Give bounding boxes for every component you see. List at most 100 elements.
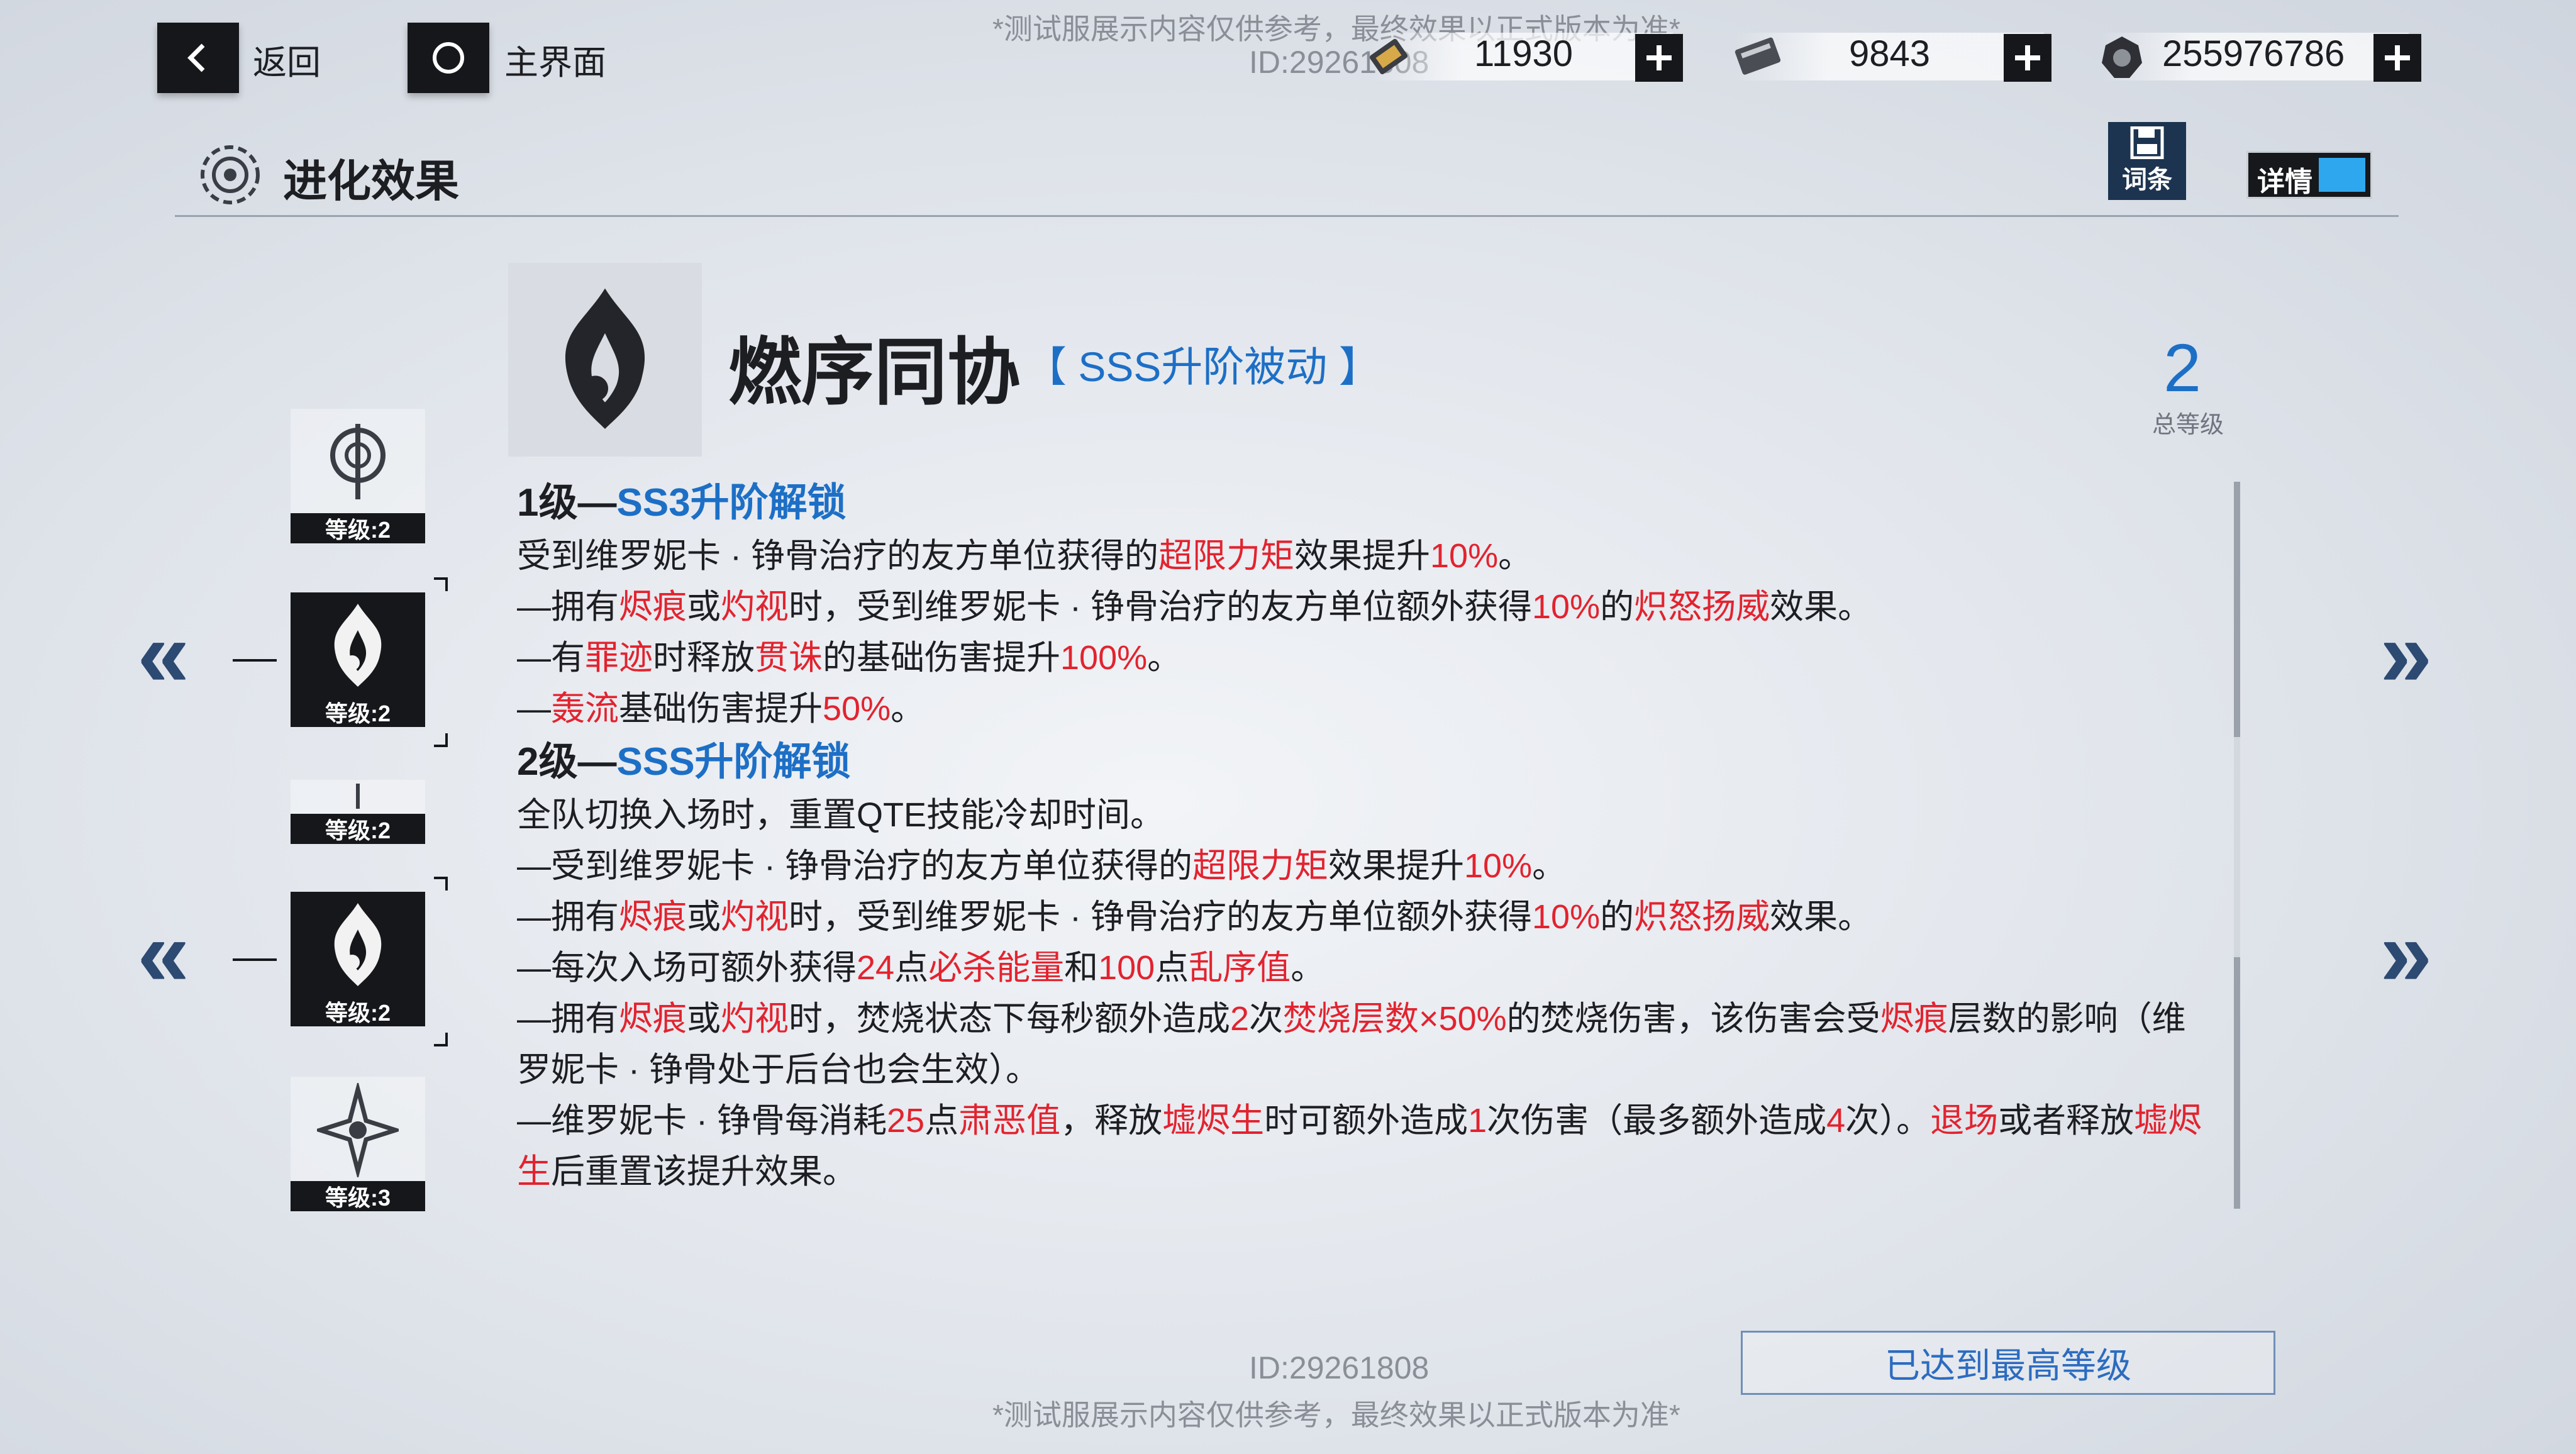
keyword-highlight: 轰流: [551, 690, 619, 728]
next-arrow-lower[interactable]: »: [2380, 906, 2432, 1000]
resource-value-2: 9843: [1849, 33, 1931, 74]
star-compass-icon: [317, 1083, 399, 1177]
total-level-value: 2: [2163, 330, 2202, 406]
effect-text: —有: [517, 639, 585, 677]
level-card-1-label: 等级:2: [291, 513, 425, 543]
effect-text: 次）。: [1845, 1102, 1931, 1140]
add-resource-3-button[interactable]: [2373, 34, 2421, 82]
effect-line: —拥有烬痕或灼视时，受到维罗妮卡 · 铮骨治疗的友方单位额外获得10%的炽怒扬威…: [517, 582, 2215, 633]
effect-text: —每次入场可额外获得: [517, 949, 857, 987]
add-resource-1-button[interactable]: [1635, 34, 1683, 82]
level-card-3[interactable]: 等级:2: [291, 780, 425, 844]
level-heading-rank: SS3升阶解锁: [616, 481, 847, 524]
home-label[interactable]: 主界面: [504, 35, 606, 84]
effect-line: 全队切换入场时，重置QTE技能冷却时间。: [517, 790, 2215, 841]
effect-text: —: [517, 690, 551, 728]
effect-line: —轰流基础伤害提升50%。: [517, 684, 2215, 735]
keyword-highlight: 超限力矩: [1158, 537, 1294, 575]
keyword-highlight: 肃恶值: [958, 1102, 1061, 1140]
keyword-highlight: 炽怒扬威: [1634, 898, 1770, 936]
level-heading-rank: SSS升阶解锁: [616, 740, 851, 784]
level-heading-prefix: 1级—: [517, 481, 617, 524]
chevron-left-icon: [187, 43, 205, 72]
effect-text: —拥有: [517, 898, 619, 936]
resource-value-3: 255976786: [2162, 33, 2345, 74]
detail-toggle[interactable]: 详情: [2246, 151, 2372, 199]
back-button[interactable]: [157, 23, 239, 93]
gear-coin-icon: [2102, 36, 2142, 78]
keyword-highlight: 灼视: [721, 1000, 789, 1038]
keyword-highlight: 24: [857, 949, 895, 987]
effect-line: —有罪迹时释放贯诛的基础伤害提升100%。: [517, 633, 2215, 684]
selection-pointer: [233, 958, 277, 961]
back-label[interactable]: 返回: [253, 35, 321, 84]
effect-text: 次伤害（最多额外造成: [1487, 1102, 1827, 1140]
keyword-highlight: 烬痕: [619, 1000, 687, 1038]
effect-text: 或: [687, 588, 721, 626]
effect-text: 点: [924, 1102, 959, 1140]
keyword-highlight: 100: [1098, 949, 1155, 987]
skill-icon-frame: [508, 263, 702, 457]
effect-text: —受到维罗妮卡 · 铮骨治疗的友方单位获得的: [517, 847, 1192, 885]
effect-text: —拥有: [517, 1000, 619, 1038]
level-card-5-label: 等级:3: [291, 1181, 425, 1211]
test-server-notice-bottom: *测试服展示内容仅供参考，最终效果以正式版本为准*: [992, 1399, 1680, 1431]
selection-bracket: [434, 1033, 448, 1046]
header-divider: [175, 215, 2399, 217]
effect-text: 或: [687, 898, 721, 936]
effect-text: 点: [894, 949, 929, 987]
keyword-highlight: 10%: [1532, 898, 1601, 936]
target-sword-icon: [330, 424, 386, 499]
keyword-highlight: 10%: [1430, 537, 1499, 575]
keyword-highlight: 墟烬生: [1162, 1102, 1265, 1140]
level-card-4[interactable]: 等级:2: [291, 892, 425, 1026]
level-card-1[interactable]: 等级:2: [291, 409, 425, 543]
scrollbar-thumb[interactable]: [2234, 482, 2240, 737]
level-heading: 1级—SS3升阶解锁: [517, 475, 2215, 531]
effect-text: 次: [1249, 1000, 1284, 1038]
keyword-highlight: 2: [1230, 1000, 1250, 1038]
toggle-knob: [2319, 158, 2365, 192]
resource-value-1: 11930: [1474, 33, 1573, 74]
effect-line: —拥有烬痕或灼视时，焚烧状态下每秒额外造成2次焚烧层数×50%的焚烧伤害，该伤害…: [517, 994, 2215, 1096]
term-button-label: 词条: [2122, 166, 2172, 194]
effect-text: 全队切换入场时，重置QTE技能冷却时间。: [517, 796, 1165, 834]
effect-text: ，释放: [1060, 1102, 1163, 1140]
max-level-button[interactable]: 已达到最高等级: [1741, 1331, 2275, 1395]
effect-line: 受到维罗妮卡 · 铮骨治疗的友方单位获得的超限力矩效果提升10%。: [517, 531, 2215, 582]
keyword-highlight: 灼视: [721, 588, 789, 626]
prev-arrow-lower[interactable]: «: [137, 906, 189, 1000]
next-arrow-upper[interactable]: »: [2380, 606, 2432, 701]
term-button[interactable]: 词条: [2108, 122, 2186, 200]
skill-tag: 【 SSS升阶被动 】: [1025, 343, 1380, 390]
player-id-bottom: ID:29261808: [1249, 1350, 1430, 1385]
evolution-emblem-icon: [201, 145, 260, 204]
keyword-highlight: 罪迹: [585, 639, 653, 677]
save-disk-icon: [2130, 126, 2164, 159]
effect-text: 效果。: [1770, 588, 1872, 626]
keyword-highlight: 50%: [823, 690, 891, 728]
effect-line: —拥有烬痕或灼视时，受到维罗妮卡 · 铮骨治疗的友方单位额外获得10%的炽怒扬威…: [517, 892, 2215, 943]
prev-arrow-upper[interactable]: «: [137, 606, 189, 701]
card-icon: [1735, 37, 1781, 75]
effect-text: 。: [1532, 847, 1567, 885]
effect-text: 或: [687, 1000, 721, 1038]
keyword-highlight: 乱序值: [1189, 949, 1291, 987]
add-resource-2-button[interactable]: [2004, 34, 2051, 82]
level-card-2[interactable]: 等级:2: [291, 592, 425, 727]
keyword-highlight: 10%: [1464, 847, 1533, 885]
effect-text: 基础伤害提升: [619, 690, 823, 728]
level-card-5[interactable]: 等级:3: [291, 1077, 425, 1211]
effect-text: 。: [1498, 537, 1533, 575]
effect-text: 的: [1600, 588, 1635, 626]
keyword-highlight: 炽怒扬威: [1634, 588, 1770, 626]
effect-text: 或者释放: [1998, 1102, 2135, 1140]
selection-bracket: [434, 733, 448, 747]
skill-name: 燃序同协: [728, 331, 1020, 413]
effect-text: 的基础伤害提升: [823, 639, 1060, 677]
effect-text: 。: [1291, 949, 1325, 987]
keyword-highlight: 4: [1826, 1102, 1846, 1140]
scrollbar-thumb-lower[interactable]: [2234, 957, 2240, 1209]
home-button[interactable]: [408, 23, 489, 93]
effect-text: 的: [1600, 898, 1635, 936]
